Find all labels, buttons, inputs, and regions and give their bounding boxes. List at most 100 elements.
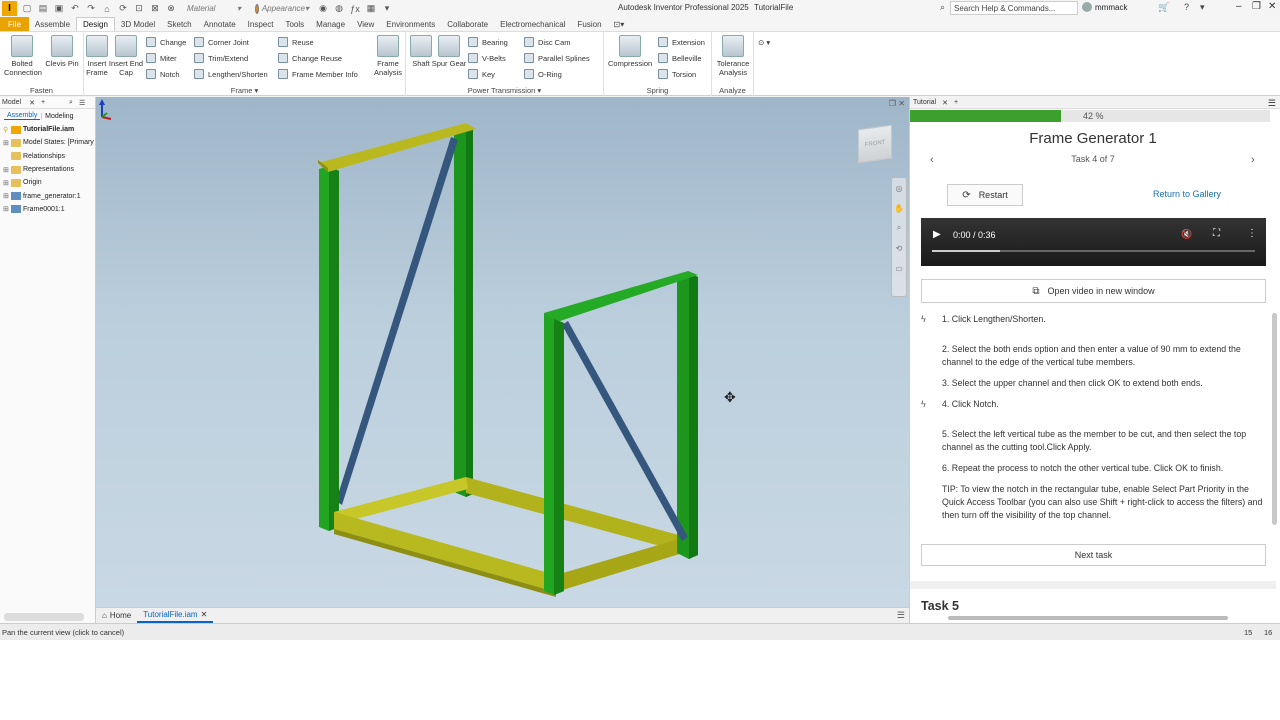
spur-gear-button[interactable]: Spur Gear [431, 35, 467, 68]
change-reuse-button[interactable]: Change Reuse [278, 52, 342, 64]
tab-annotate[interactable]: Annotate [198, 17, 242, 31]
help-icon[interactable]: ? [1184, 2, 1189, 12]
bolted-connection-button[interactable]: Bolted Connection [4, 35, 42, 77]
ribbon-panel-options-icon[interactable]: ⊙ ▾ [758, 36, 770, 48]
new-file-icon[interactable]: ▢ [21, 3, 33, 15]
tree-item-frame-generator[interactable]: ⊞ frame_generator:1 [0, 189, 95, 202]
tab-collaborate[interactable]: Collaborate [441, 17, 494, 31]
update-icon[interactable]: ⟳ [117, 3, 129, 15]
clear-appearance-icon[interactable]: ◍ [333, 3, 345, 15]
home-icon[interactable]: ⌂ [101, 3, 113, 15]
orbit-icon[interactable]: ⟲ [892, 238, 906, 258]
look-at-icon[interactable]: ▭ [892, 258, 906, 278]
tab-3d-model[interactable]: 3D Model [115, 17, 161, 31]
play-icon[interactable]: ▶ [933, 229, 941, 240]
video-seek-bar[interactable] [932, 250, 1255, 252]
tab-view[interactable]: View [351, 17, 380, 31]
miter-button[interactable]: Miter [146, 52, 177, 64]
fx-parameters-icon[interactable]: ƒx [349, 3, 361, 15]
menu-icon[interactable]: ☰ [1268, 98, 1276, 109]
viewcube[interactable]: FRONT [858, 124, 892, 164]
material-combo[interactable]: Material ▾ [183, 2, 245, 15]
pan-icon[interactable]: ✋ [892, 198, 906, 218]
close-icon[interactable]: ✕ [201, 610, 208, 619]
add-icon[interactable]: + [954, 99, 958, 106]
tab-manage[interactable]: Manage [310, 17, 351, 31]
color-override-icon[interactable]: ◉ [317, 3, 329, 15]
tutorial-horizontal-scrollbar[interactable] [948, 616, 1228, 620]
return-to-gallery-link[interactable]: Return to Gallery [1153, 189, 1221, 199]
tree-item-root[interactable]: ⚲ TutorialFile.iam [0, 123, 95, 136]
ilogic-icon[interactable]: ▦ [365, 3, 377, 15]
clevis-pin-button[interactable]: Clevis Pin [44, 35, 80, 68]
extension-button[interactable]: Extension [658, 36, 705, 48]
close-icon[interactable]: ✕ [942, 99, 948, 107]
notch-button[interactable]: Notch [146, 68, 180, 80]
disc-cam-button[interactable]: Disc Cam [524, 36, 571, 48]
viewport-window-controls[interactable]: ❐ ✕ [889, 99, 905, 108]
user-account[interactable]: mmmack [1082, 2, 1127, 12]
reuse-button[interactable]: Reuse [278, 36, 314, 48]
redo-icon[interactable]: ↷ [85, 3, 97, 15]
more-options-icon[interactable]: ⋮ [1247, 228, 1257, 239]
corner-joint-button[interactable]: Corner Joint [194, 36, 249, 48]
cancel-icon[interactable]: ⊗ [165, 3, 177, 15]
customize-toolbar-icon[interactable]: ▾ [381, 3, 393, 15]
frame-model[interactable] [96, 97, 909, 607]
expand-icon[interactable]: ⊞ [3, 179, 11, 187]
cart-icon[interactable]: 🛒 [1158, 2, 1169, 13]
expand-icon[interactable]: ⊞ [3, 205, 11, 213]
zoom-icon[interactable]: ⌕ [892, 218, 906, 238]
tab-sketch[interactable]: Sketch [161, 17, 197, 31]
expand-icon[interactable]: ⊞ [3, 192, 11, 200]
appearance-combo[interactable]: Appearance ▾ [251, 2, 313, 15]
ribbon-options-icon[interactable]: ⊡▾ [608, 17, 631, 31]
add-icon[interactable]: + [41, 99, 45, 106]
tutorial-tab-label[interactable]: Tutorial [913, 99, 936, 106]
open-video-button[interactable]: ⧉ Open video in new window [921, 279, 1266, 303]
parallel-splines-button[interactable]: Parallel Splines [524, 52, 590, 64]
lengthen-shorten-button[interactable]: Lengthen/Shorten [194, 68, 268, 80]
volume-icon[interactable]: 🔇 [1181, 229, 1192, 240]
tab-fusion[interactable]: Fusion [572, 17, 608, 31]
tab-design[interactable]: Design [76, 17, 115, 31]
full-navigation-wheel-icon[interactable]: ◎ [892, 178, 906, 198]
tree-item-model-states[interactable]: ⊞ Model States: [Primary [0, 136, 95, 149]
bearing-button[interactable]: Bearing [468, 36, 508, 48]
menu-icon[interactable]: ☰ [79, 99, 85, 107]
tutorial-vertical-scrollbar[interactable] [1272, 313, 1277, 525]
change-button[interactable]: Change [146, 36, 186, 48]
search-icon[interactable]: ⌕ [69, 99, 73, 107]
menu-icon[interactable]: ☰ [897, 610, 905, 621]
trim-extend-button[interactable]: Trim/Extend [194, 52, 248, 64]
restore-icon[interactable]: ❐ [1252, 1, 1261, 12]
select-icon[interactable]: ⊡ [133, 3, 145, 15]
tab-file[interactable]: File [0, 17, 29, 31]
help-search-input[interactable]: Search Help & Commands... [950, 1, 1078, 15]
expand-icon[interactable]: ⊞ [3, 166, 11, 174]
expand-icon[interactable]: ⊞ [3, 139, 11, 147]
tolerance-analysis-button[interactable]: Tolerance Analysis [714, 35, 752, 77]
save-icon[interactable]: ▣ [53, 3, 65, 15]
next-task-button[interactable]: Next task [921, 544, 1266, 566]
close-icon[interactable]: ✕ [1268, 1, 1276, 12]
panel-label-power-transmission[interactable]: Power Transmission ▾ [406, 86, 603, 95]
chevron-down-icon[interactable]: ▾ [1200, 2, 1205, 13]
tab-environments[interactable]: Environments [380, 17, 441, 31]
torsion-button[interactable]: Torsion [658, 68, 696, 80]
tab-home[interactable]: ⌂ Home [96, 608, 137, 623]
tab-tools[interactable]: Tools [279, 17, 310, 31]
insert-end-cap-button[interactable]: Insert End Cap [108, 35, 144, 77]
vbelts-button[interactable]: V-Belts [468, 52, 506, 64]
tree-item-relationships[interactable]: Relationships [0, 150, 95, 163]
fullscreen-icon[interactable]: ⛶ [1213, 228, 1220, 239]
oring-button[interactable]: O-Ring [524, 68, 562, 80]
panel-label-frame[interactable]: Frame ▾ [84, 86, 405, 95]
tree-item-representations[interactable]: ⊞ Representations [0, 163, 95, 176]
compression-button[interactable]: Compression [608, 35, 652, 68]
inventor-logo-icon[interactable]: I [2, 1, 17, 16]
video-player[interactable]: ▶ 0:00 / 0:36 🔇 ⛶ ⋮ [921, 218, 1266, 266]
open-file-icon[interactable]: ▤ [37, 3, 49, 15]
tab-inspect[interactable]: Inspect [242, 17, 280, 31]
graphics-viewport[interactable]: ❐ ✕ FRONT ◎ ✋ ⌕ ⟲ ▭ ✥ [96, 97, 909, 607]
